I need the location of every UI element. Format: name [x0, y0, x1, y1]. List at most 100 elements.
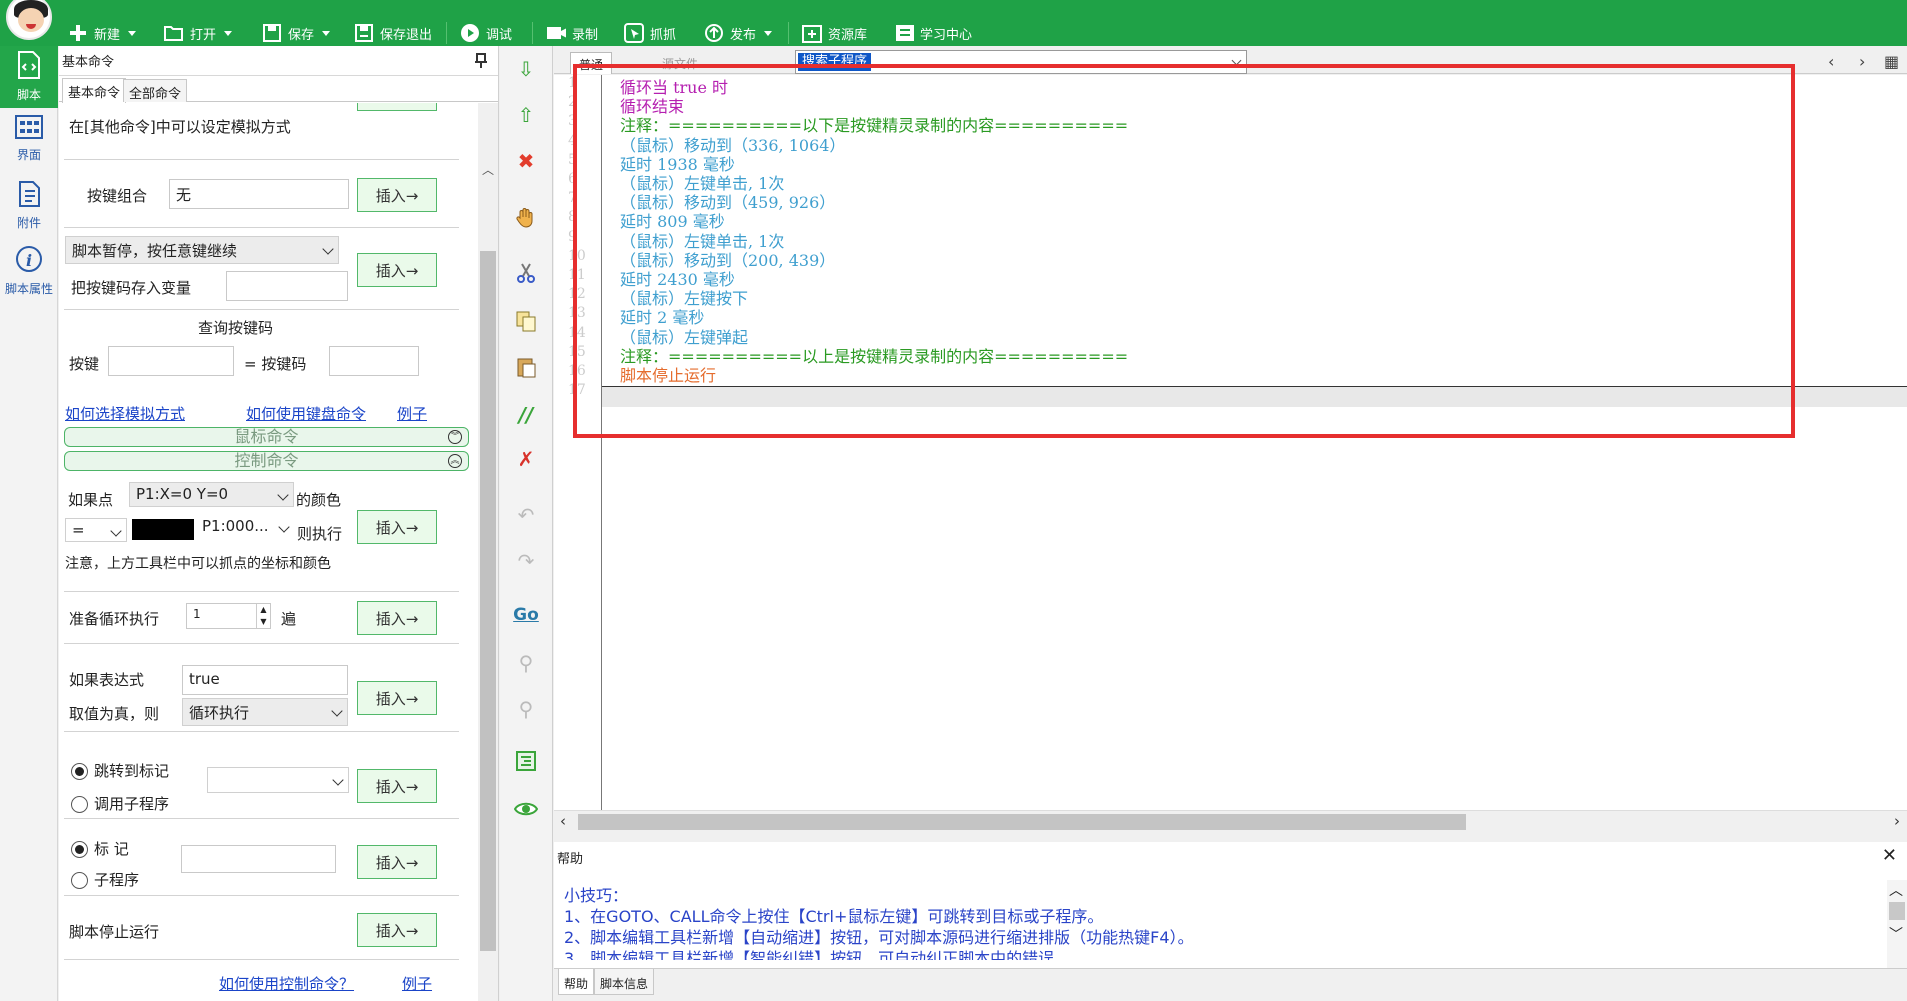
- resource-library-button[interactable]: 资源库: [802, 22, 867, 44]
- debug-button[interactable]: 调试: [460, 22, 512, 44]
- publish-icon: [704, 23, 724, 43]
- insert-pause-button[interactable]: 插入→: [357, 253, 437, 287]
- help-title: 帮助: [557, 852, 584, 867]
- insert-loop-button[interactable]: 插入→: [357, 601, 437, 635]
- nav-script[interactable]: 脚本: [0, 46, 58, 108]
- new-button[interactable]: 新建: [68, 22, 137, 44]
- grid-icon: [15, 115, 43, 142]
- insert-stop-button[interactable]: 插入→: [357, 913, 437, 947]
- link-example[interactable]: 例子: [397, 403, 427, 424]
- user-avatar[interactable]: [6, 0, 52, 40]
- save-exit-button[interactable]: 保存退出: [354, 22, 432, 44]
- delete-icon[interactable]: ✖: [513, 148, 539, 174]
- chevron-down-icon: [764, 30, 773, 36]
- then-exec-label: 则执行: [297, 525, 343, 543]
- mark-radio[interactable]: [71, 841, 88, 858]
- learning-center-button[interactable]: 学习中心: [894, 22, 972, 44]
- record-button[interactable]: 录制: [546, 22, 598, 44]
- comment-icon[interactable]: //: [513, 402, 539, 428]
- insert-if-color-button[interactable]: 插入→: [357, 510, 437, 544]
- nav-properties[interactable]: i 脚本属性: [0, 240, 58, 302]
- eye-icon[interactable]: [513, 796, 539, 822]
- capture-button[interactable]: 抓抓: [624, 22, 676, 44]
- of-color-label: 的颜色: [296, 491, 342, 509]
- goto-target-select[interactable]: [207, 767, 349, 793]
- hand-icon[interactable]: [513, 204, 539, 230]
- find-icon[interactable]: ⚲: [513, 650, 539, 676]
- scrollbar-thumb[interactable]: [1889, 902, 1905, 920]
- goto-mark-label: 跳转到标记: [94, 762, 170, 780]
- sub-radio[interactable]: [71, 872, 88, 889]
- scroll-down-icon[interactable]: ﹀: [1889, 924, 1903, 944]
- move-down-icon[interactable]: ⇩: [513, 56, 539, 82]
- goto-icon[interactable]: Go: [513, 602, 539, 628]
- scrollbar-thumb[interactable]: [480, 251, 496, 951]
- paste-icon[interactable]: [513, 354, 539, 380]
- move-up-icon[interactable]: ⇧: [513, 102, 539, 128]
- undo-icon[interactable]: ↶: [513, 502, 539, 528]
- scroll-up-icon[interactable]: ︿: [481, 161, 495, 177]
- point-select[interactable]: P1:X=0 Y=0: [129, 482, 294, 507]
- insert-key-combo-button[interactable]: 插入→: [357, 178, 437, 212]
- divider: [64, 895, 459, 896]
- key-combo-input[interactable]: 无: [169, 179, 349, 209]
- close-icon[interactable]: ✕: [1882, 845, 1897, 866]
- pause-mode-select[interactable]: 脚本暂停，按任意键继续: [65, 236, 339, 264]
- scroll-right-icon[interactable]: ›: [1894, 812, 1900, 830]
- cut-icon[interactable]: [513, 260, 539, 286]
- keycode-label: = 按键码: [244, 355, 307, 373]
- nav-prev-icon[interactable]: ‹: [1828, 52, 1834, 71]
- link-keyboard-commands[interactable]: 如何使用键盘命令: [246, 403, 366, 424]
- expression-input[interactable]: true: [182, 665, 348, 695]
- true-action-select[interactable]: 循环执行: [182, 698, 348, 726]
- uncomment-icon[interactable]: ✗: [513, 446, 539, 472]
- editor-horizontal-scrollbar[interactable]: ‹ ›: [554, 810, 1907, 832]
- if-true-label: 取值为真，则: [69, 705, 160, 723]
- query-keycode-title: 查询按键码: [198, 319, 274, 337]
- pin-icon[interactable]: [474, 53, 488, 69]
- save-button[interactable]: 保存: [262, 22, 331, 44]
- mark-name-input[interactable]: [181, 845, 336, 873]
- insert-goto-button[interactable]: 插入→: [357, 769, 437, 803]
- redo-icon[interactable]: ↷: [513, 548, 539, 574]
- open-button[interactable]: 打开: [164, 22, 233, 44]
- call-sub-radio[interactable]: [71, 796, 88, 813]
- keycode-input[interactable]: [329, 346, 419, 376]
- insert-button-partial[interactable]: [357, 103, 437, 111]
- tab-all-commands[interactable]: 全部命令: [123, 79, 188, 102]
- nav-attachment[interactable]: 附件: [0, 174, 58, 236]
- find-next-icon[interactable]: ⚲: [513, 696, 539, 722]
- section-control-commands[interactable]: 控制命令 ︽: [64, 451, 469, 471]
- note-text: 注意，上方工具栏中可以抓点的坐标和颜色: [65, 556, 331, 572]
- link-choose-simulation[interactable]: 如何选择模拟方式: [65, 403, 185, 424]
- goto-mark-radio[interactable]: [71, 763, 88, 780]
- main-toolbar: 新建 打开 保存 保存退出 调试 录制 抓抓 发布 资源库 学习中心: [0, 0, 1907, 46]
- tab-script-info[interactable]: 脚本信息: [594, 969, 655, 995]
- link-control-commands[interactable]: 如何使用控制命令？: [219, 973, 354, 994]
- publish-button[interactable]: 发布: [704, 22, 773, 44]
- view-menu-icon[interactable]: ▦: [1884, 52, 1899, 71]
- tab-basic-commands[interactable]: 基本命令: [62, 78, 127, 103]
- key-input[interactable]: [108, 346, 234, 376]
- insert-mark-button[interactable]: 插入→: [357, 845, 437, 879]
- copy-icon[interactable]: [513, 308, 539, 334]
- scroll-up-icon[interactable]: ︿: [1889, 880, 1903, 900]
- link-example-2[interactable]: 例子: [402, 973, 432, 994]
- key-var-input[interactable]: [226, 271, 348, 301]
- operator-select[interactable]: =: [65, 518, 127, 542]
- tab-help[interactable]: 帮助: [558, 969, 595, 995]
- nav-ui[interactable]: 界面: [0, 108, 58, 170]
- key-combo-label: 按键组合: [87, 187, 148, 205]
- nav-next-icon[interactable]: ›: [1859, 52, 1865, 71]
- indent-icon[interactable]: [513, 748, 539, 774]
- help-header: 帮助 ✕: [554, 842, 1907, 872]
- panel-scrollbar[interactable]: ︿ ﹀: [478, 103, 498, 1001]
- left-navigation: 脚本 界面 附件 i 脚本属性: [0, 46, 58, 1001]
- section-mouse-commands[interactable]: 鼠标命令 ︾: [64, 427, 469, 447]
- highlight-annotation-box: [573, 64, 1795, 438]
- scrollbar-thumb[interactable]: [578, 814, 1466, 830]
- color-select[interactable]: P1:000...: [196, 515, 294, 540]
- scroll-left-icon[interactable]: ‹: [560, 812, 566, 830]
- loop-stepper[interactable]: ▲ ▼: [256, 604, 270, 628]
- insert-if-expr-button[interactable]: 插入→: [357, 681, 437, 715]
